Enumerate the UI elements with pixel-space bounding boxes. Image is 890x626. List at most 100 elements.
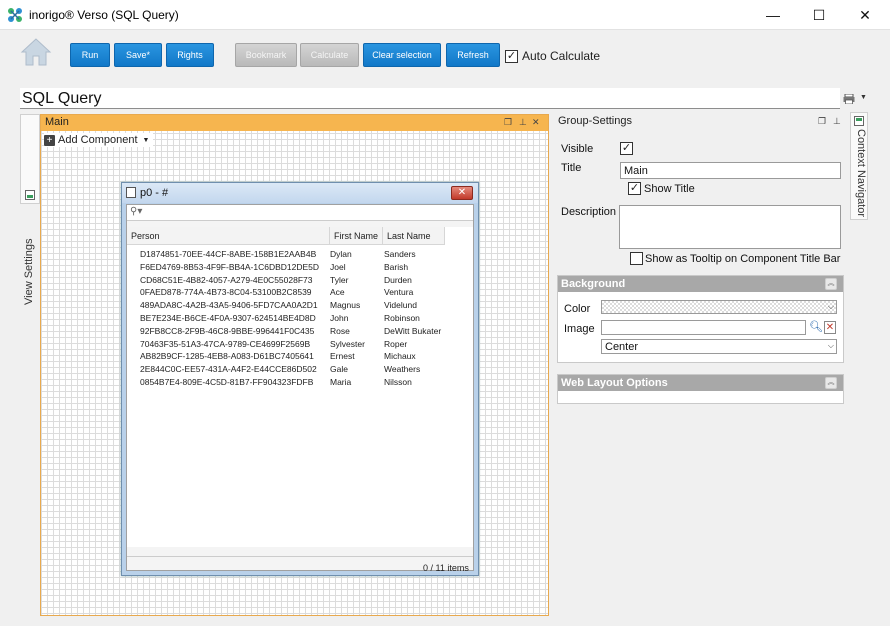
settings-pin-icon[interactable]: ⊥ bbox=[833, 116, 841, 127]
context-navigator-tab[interactable]: Context Navigator bbox=[850, 112, 868, 220]
panel-close-icon[interactable]: ✕ bbox=[532, 117, 540, 128]
image-label: Image bbox=[564, 323, 595, 335]
table-row[interactable]: 489ADA8C-4A2B-43A5-9406-5FD7CAA0A2D1 Magn… bbox=[127, 300, 473, 313]
cell-last: DeWitt Bukater bbox=[384, 325, 442, 336]
main-panel-header: Main ❐ ⊥ ✕ bbox=[41, 115, 548, 131]
cell-person: CD68C51E-4B82-4057-A279-4E0C55028F73 bbox=[140, 274, 313, 285]
cell-last: Sanders bbox=[384, 249, 416, 259]
collapse-icon[interactable]: ︽ bbox=[825, 377, 837, 389]
table-header: Person First Name Last Name bbox=[127, 227, 445, 245]
color-picker[interactable]: ⌵ bbox=[601, 300, 837, 314]
refresh-button[interactable]: Refresh bbox=[446, 43, 500, 67]
table-row[interactable]: 70463F35-51A3-47CA-9789-CE4699F2569B Sylv… bbox=[127, 339, 473, 352]
cell-person: 0854B7E4-809E-4C5D-81B7-FF904323FDFB bbox=[140, 376, 314, 387]
web-layout-section: Web Layout Options ︽ bbox=[557, 374, 844, 404]
cell-last: Robinson bbox=[384, 312, 420, 323]
cell-person: F6ED4769-8B53-4F9F-BB4A-1C6DBD12DE5D bbox=[140, 261, 320, 272]
image-position-value: Center bbox=[605, 341, 639, 353]
item-count: 0 / 11 items bbox=[423, 563, 469, 573]
image-input[interactable] bbox=[601, 320, 806, 335]
cell-person: AB82B9CF-1285-4EB8-A083-D61BC7405641 bbox=[140, 351, 314, 362]
add-component-button[interactable]: + Add Component ▼ bbox=[44, 133, 154, 147]
main-panel: Main ❐ ⊥ ✕ + Add Component ▼ p0 - # ✕ ⚲▾… bbox=[40, 114, 549, 616]
page-title: SQL Query bbox=[22, 90, 102, 107]
clear-image-icon[interactable]: ✕ bbox=[824, 321, 836, 334]
grid-window-titlebar[interactable]: p0 - # ✕ bbox=[122, 183, 478, 203]
table-row[interactable]: CD68C51E-4B82-4057-A279-4E0C55028F73 Tyle… bbox=[127, 275, 473, 288]
cell-first: Joel bbox=[330, 261, 346, 272]
toolbar: Run Save* Rights Bookmark Calculate Clea… bbox=[0, 31, 890, 85]
cell-first: Sylvester bbox=[330, 338, 365, 349]
grid-window-close-button[interactable]: ✕ bbox=[451, 186, 473, 200]
cell-person: 489ADA8C-4A2B-43A5-9406-5FD7CAA0A2D1 bbox=[140, 300, 318, 311]
print-dropdown-caret-icon[interactable]: ▼ bbox=[860, 94, 867, 101]
web-layout-section-header[interactable]: Web Layout Options ︽ bbox=[558, 375, 843, 391]
table-row[interactable]: 0854B7E4-809E-4C5D-81B7-FF904323FDFB Mari… bbox=[127, 377, 473, 390]
view-settings-tab[interactable]: View Settings bbox=[20, 114, 40, 305]
image-position-select[interactable]: Center ⌵ bbox=[601, 339, 837, 354]
background-section: Background ︽ Color ⌵ Image 🔍︎ ✕ Center ⌵ bbox=[557, 275, 844, 363]
run-button[interactable]: Run bbox=[70, 43, 110, 67]
column-header-first-name[interactable]: First Name bbox=[334, 231, 378, 241]
bookmark-button[interactable]: Bookmark bbox=[235, 43, 297, 67]
cell-first: Ernest bbox=[330, 351, 355, 362]
table-body: D1874851-70EE-44CF-8ABE-158B1E2AAB4B Dyla… bbox=[127, 249, 473, 390]
window-title: inorigo® Verso (SQL Query) bbox=[29, 8, 179, 22]
cell-first: Maria bbox=[330, 376, 352, 387]
cell-first: Rose bbox=[330, 325, 350, 336]
cell-first: Dylan bbox=[330, 249, 352, 259]
title-input[interactable]: Main bbox=[620, 162, 841, 179]
cell-last: Michaux bbox=[384, 351, 416, 362]
maximize-button[interactable]: ☐ bbox=[796, 0, 842, 30]
table-row[interactable]: D1874851-70EE-44CF-8ABE-158B1E2AAB4B Dyla… bbox=[127, 249, 473, 262]
minimize-button[interactable]: — bbox=[750, 0, 796, 30]
grid-component-window[interactable]: p0 - # ✕ ⚲▾ Person First Name Last Name … bbox=[121, 182, 479, 576]
grid-window-title: p0 - # bbox=[140, 187, 169, 199]
add-icon: + bbox=[44, 134, 55, 146]
collapse-icon[interactable]: ︽ bbox=[825, 278, 837, 290]
title-label: Title bbox=[561, 162, 582, 174]
tooltip-checkbox[interactable] bbox=[630, 252, 643, 265]
table-row[interactable]: AB82B9CF-1285-4EB8-A083-D61BC7405641 Erne… bbox=[127, 351, 473, 364]
cell-person: 70463F35-51A3-47CA-9789-CE4699F2569B bbox=[140, 338, 311, 349]
settings-restore-icon[interactable]: ❐ bbox=[818, 116, 826, 127]
cell-first: John bbox=[330, 312, 349, 323]
pin-icon[interactable]: ⊥ bbox=[519, 117, 527, 128]
clear-selection-button[interactable]: Clear selection bbox=[363, 43, 441, 67]
table-row[interactable]: 2E844C0C-EE57-431A-A4F2-E44CCE86D502 Gale… bbox=[127, 364, 473, 377]
cell-person: 92FB8CC8-2F9B-46C8-9BBE-996441F0C435 bbox=[140, 325, 315, 336]
background-section-header[interactable]: Background ︽ bbox=[558, 276, 843, 292]
visible-checkbox[interactable]: ✓ bbox=[620, 142, 633, 155]
column-header-person[interactable]: Person bbox=[131, 231, 160, 241]
show-title-checkbox[interactable]: ✓ bbox=[628, 182, 641, 195]
cell-person: D1874851-70EE-44CF-8ABE-158B1E2AAB4B bbox=[140, 249, 317, 259]
description-input[interactable] bbox=[619, 205, 841, 249]
save-button[interactable]: Save* bbox=[114, 43, 162, 67]
title-value: Main bbox=[624, 165, 648, 177]
page-title-field[interactable]: SQL Query bbox=[20, 88, 840, 109]
grid-search-input[interactable]: ⚲▾ bbox=[127, 205, 473, 221]
auto-calculate[interactable]: ✓ Auto Calculate bbox=[505, 49, 600, 63]
table-row[interactable]: F6ED4769-8B53-4F9F-BB4A-1C6DBD12DE5D Joel… bbox=[127, 262, 473, 275]
chevron-down-icon: ⌵ bbox=[827, 341, 834, 350]
restore-icon[interactable]: ❐ bbox=[504, 117, 512, 128]
table-row[interactable]: 0FAED878-774A-4B73-8C04-53100B2C8539 Ace V… bbox=[127, 287, 473, 300]
chevron-down-icon: ▼ bbox=[142, 136, 150, 144]
auto-calculate-label: Auto Calculate bbox=[522, 49, 601, 63]
cell-last: Durden bbox=[384, 274, 412, 285]
cell-first: Ace bbox=[330, 287, 345, 298]
group-settings-title: Group-Settings bbox=[558, 115, 632, 127]
rights-button[interactable]: Rights bbox=[166, 43, 214, 67]
main-panel-title: Main bbox=[45, 116, 69, 128]
column-header-last-name[interactable]: Last Name bbox=[387, 231, 431, 241]
table-row[interactable]: 92FB8CC8-2F9B-46C8-9BBE-996441F0C435 Rose… bbox=[127, 326, 473, 339]
visible-label: Visible bbox=[561, 143, 594, 155]
close-button[interactable]: ✕ bbox=[842, 0, 888, 30]
browse-icon[interactable]: 🔍︎ bbox=[809, 320, 823, 333]
printer-icon[interactable] bbox=[843, 94, 855, 104]
calculate-button[interactable]: Calculate bbox=[300, 43, 359, 67]
context-navigator-label: Context Navigator bbox=[855, 129, 867, 218]
home-icon[interactable] bbox=[20, 36, 52, 68]
table-row[interactable]: BE7E234E-B6CE-4F0A-9307-624514BE4D8D John… bbox=[127, 313, 473, 326]
auto-calculate-checkbox[interactable]: ✓ bbox=[505, 49, 518, 63]
